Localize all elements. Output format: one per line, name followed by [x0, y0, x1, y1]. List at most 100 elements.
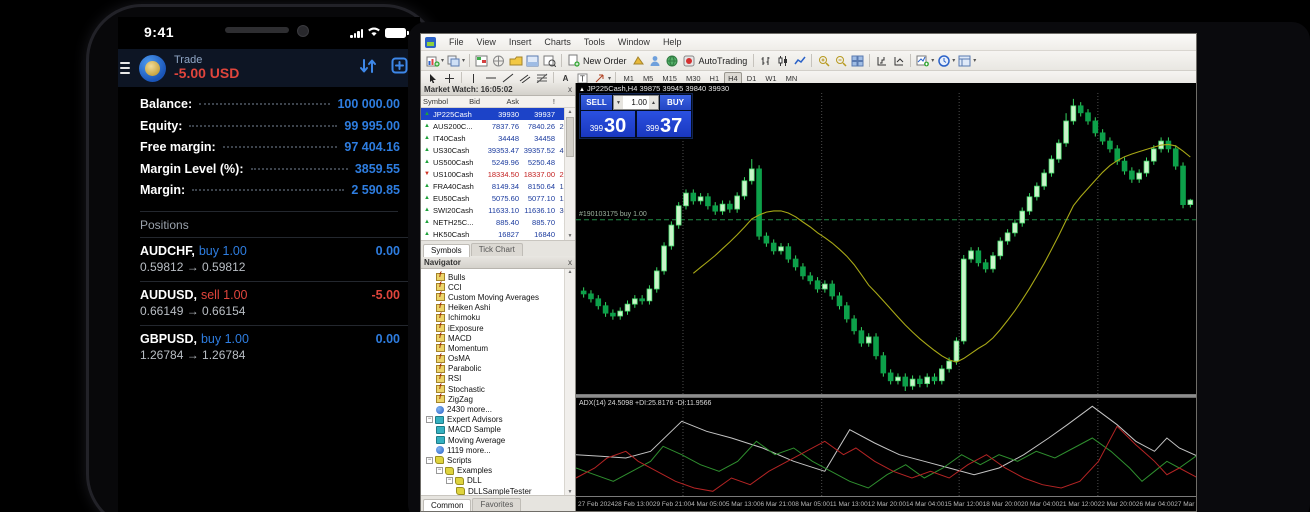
navigator-item[interactable]: OsMA	[421, 354, 575, 364]
navigator-item-label: Bulls	[448, 273, 465, 282]
navigator-item[interactable]: Bulls	[421, 272, 575, 282]
volume-stepper[interactable]: ▼ 1.00 ▲	[613, 95, 659, 110]
expand-icon[interactable]: −	[426, 416, 433, 423]
market-watch-row[interactable]: ▲EU50Cash5075.605077.10150	[421, 192, 575, 204]
navigator-item[interactable]: Moving Average	[421, 435, 575, 445]
candle-chart-icon[interactable]	[775, 53, 790, 68]
terminal-icon[interactable]	[525, 53, 540, 68]
navigator-item[interactable]: MACD	[421, 333, 575, 343]
tab-common[interactable]: Common	[423, 499, 471, 512]
volume-value[interactable]: 1.00	[623, 98, 649, 107]
column-spread[interactable]: !	[522, 97, 558, 106]
market-watch-row[interactable]: ▲NETH25C...885.40885.7030	[421, 216, 575, 228]
mql5-icon[interactable]	[631, 53, 646, 68]
navigator-scrollbar[interactable]: ▲▼	[564, 269, 575, 495]
arrange-icon[interactable]	[874, 53, 889, 68]
strategy-tester-icon[interactable]	[542, 53, 557, 68]
navigator-item[interactable]: 1119 more...	[421, 445, 575, 455]
indicators-icon[interactable]	[915, 53, 930, 68]
autotrading-icon[interactable]	[682, 53, 697, 68]
pane-splitter[interactable]	[576, 394, 1196, 398]
bar-chart-icon[interactable]	[758, 53, 773, 68]
position-row[interactable]: GBPUSD,buy 1.000.001.26784 → 1.26784	[140, 325, 420, 369]
menu-icon[interactable]	[120, 62, 130, 75]
tab-tick-chart[interactable]: Tick Chart	[471, 243, 523, 256]
market-watch-row[interactable]: ▼US100Cash18334.5018337.00250	[421, 168, 575, 180]
zoom-in-icon[interactable]	[816, 53, 831, 68]
tab-favorites[interactable]: Favorites	[472, 498, 521, 511]
navigator-item[interactable]: Parabolic	[421, 364, 575, 374]
market-watch-icon[interactable]	[474, 53, 489, 68]
expand-icon[interactable]: −	[446, 477, 453, 484]
time-axis-label: 29 Feb 21:00	[653, 501, 691, 508]
position-row[interactable]: AUDUSD,sell 1.00-5.000.66149 → 0.66154	[140, 281, 420, 325]
navigator-item[interactable]: −Scripts	[421, 455, 575, 465]
menu-item-file[interactable]: File	[449, 37, 464, 47]
new-order-icon[interactable]	[391, 57, 408, 79]
ask-cell: 7840.26	[522, 122, 558, 131]
market-watch-row[interactable]: ▲IT40Cash344483445810	[421, 132, 575, 144]
navigator-item[interactable]: CCI	[421, 282, 575, 292]
volume-decrease-icon[interactable]: ▼	[614, 96, 623, 109]
new-order-button[interactable]: New Order	[583, 56, 627, 66]
expand-icon[interactable]: −	[436, 467, 443, 474]
navigator-item[interactable]: Momentum	[421, 343, 575, 353]
close-icon[interactable]: x	[568, 85, 572, 94]
market-watch-row[interactable]: ▲US30Cash39353.4739357.52405	[421, 144, 575, 156]
navigator-item[interactable]: Custom Moving Averages	[421, 292, 575, 302]
community-icon[interactable]	[648, 53, 663, 68]
menu-item-window[interactable]: Window	[618, 37, 650, 47]
account-label: Equity:	[140, 119, 182, 133]
navigator-item[interactable]: −Examples	[421, 466, 575, 476]
tile-windows-icon[interactable]	[850, 53, 865, 68]
column-bid[interactable]: Bid	[433, 97, 483, 106]
expand-icon[interactable]: −	[426, 457, 433, 464]
navigator-item[interactable]: Heiken Ashi	[421, 303, 575, 313]
volume-increase-icon[interactable]: ▲	[649, 96, 658, 109]
navigator-item[interactable]: 2430 more...	[421, 404, 575, 414]
market-icon[interactable]	[665, 53, 680, 68]
position-row[interactable]: AUDCHF,buy 1.000.000.59812 → 0.59812	[140, 237, 420, 281]
buy-button[interactable]: BUY	[660, 95, 691, 110]
navigator-item[interactable]: iExposure	[421, 323, 575, 333]
menu-item-charts[interactable]: Charts	[544, 37, 571, 47]
zoom-out-icon[interactable]	[833, 53, 848, 68]
tab-symbols[interactable]: Symbols	[423, 244, 470, 257]
market-watch-scrollbar[interactable]: ▲▼	[564, 108, 575, 240]
market-watch-row[interactable]: ▲JP225Cash39930399377	[421, 108, 575, 120]
navigator-item[interactable]: ZigZag	[421, 394, 575, 404]
navigator-item[interactable]: MACD Sample	[421, 425, 575, 435]
sell-price[interactable]: 39930	[581, 111, 635, 137]
data-window-icon[interactable]	[491, 53, 506, 68]
cascade-icon[interactable]	[891, 53, 906, 68]
navigator-item[interactable]: Ichimoku	[421, 313, 575, 323]
market-watch-row[interactable]: ▲SWI20Cash11633.1011636.10300	[421, 204, 575, 216]
templates-icon[interactable]	[957, 53, 972, 68]
menu-item-tools[interactable]: Tools	[584, 37, 605, 47]
menu-item-help[interactable]: Help	[663, 37, 682, 47]
buy-price[interactable]: 39937	[637, 111, 691, 137]
menu-item-insert[interactable]: Insert	[509, 37, 532, 47]
market-watch-row[interactable]: ▲US500Cash5249.965250.4852	[421, 156, 575, 168]
column-ask[interactable]: Ask	[483, 97, 522, 106]
close-icon[interactable]: x	[568, 258, 572, 267]
menu-item-view[interactable]: View	[477, 37, 496, 47]
market-watch-row[interactable]: ▲FRA40Cash8149.348150.64130	[421, 180, 575, 192]
navigator-icon[interactable]	[508, 53, 523, 68]
periods-icon[interactable]	[936, 53, 951, 68]
new-order-doc-icon[interactable]	[566, 53, 581, 68]
column-symbol[interactable]: Symbol	[421, 97, 433, 106]
autotrading-button[interactable]: AutoTrading	[699, 56, 748, 66]
navigator-item[interactable]: −DLL	[421, 476, 575, 486]
sort-icon[interactable]	[359, 58, 377, 79]
new-chart-icon[interactable]	[425, 53, 440, 68]
navigator-item[interactable]: −Expert Advisors	[421, 415, 575, 425]
market-watch-row[interactable]: ▲HK50Cash168271684013	[421, 228, 575, 240]
navigator-item[interactable]: RSI	[421, 374, 575, 384]
sell-button[interactable]: SELL	[581, 95, 612, 110]
market-watch-row[interactable]: ▲AUS200C...7837.767840.26250	[421, 120, 575, 132]
navigator-item[interactable]: Stochastic	[421, 384, 575, 394]
line-chart-icon[interactable]	[792, 53, 807, 68]
profiles-icon[interactable]	[446, 53, 461, 68]
navigator-item[interactable]: DLLSampleTester	[421, 486, 575, 495]
